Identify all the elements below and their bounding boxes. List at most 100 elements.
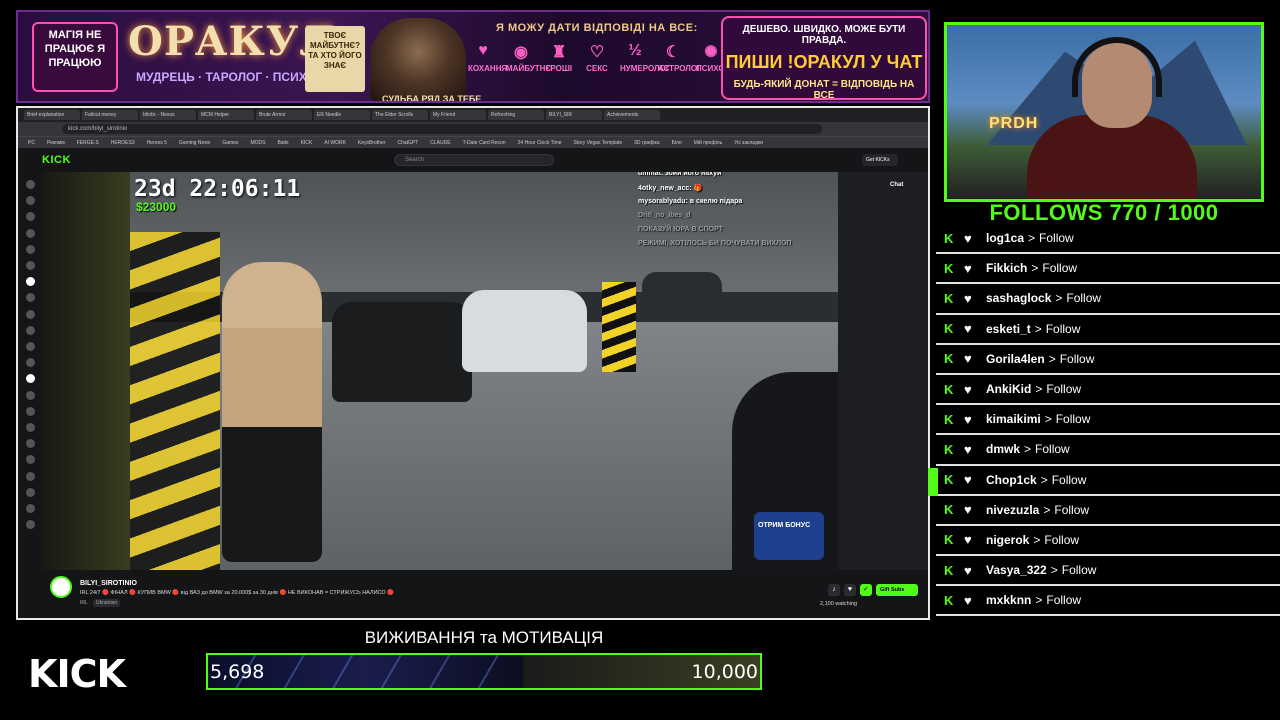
sidebar-channel-icon[interactable] (26, 309, 35, 319)
sidebar-channel-icon[interactable] (26, 342, 35, 351)
bookmark-item[interactable]: Усі закладки (734, 140, 763, 146)
sidebar-channel-icon[interactable] (26, 504, 35, 513)
crystal-ball-icon: ◉ (514, 44, 528, 61)
browser-tab[interactable]: Brief explanation (24, 110, 80, 120)
bookmark-item[interactable]: Рекомм (47, 140, 65, 146)
sidebar-channel-icon[interactable] (26, 390, 35, 400)
search-input[interactable]: Search (394, 154, 554, 166)
bookmark-item[interactable]: 3D графіка (634, 140, 659, 146)
sidebar-channel-icon[interactable] (26, 487, 35, 497)
browser-tab[interactable]: MCM Helper (198, 110, 254, 120)
bookmark-item[interactable]: Мій профіль (694, 140, 722, 146)
follow-action: Follow (1042, 261, 1078, 276)
sidebar-channel-icon[interactable] (26, 212, 35, 222)
bookmark-item[interactable]: KeysBrother (358, 140, 386, 146)
channel-name[interactable]: BILYI_SIROTINIO (80, 580, 137, 587)
bookmark-item[interactable]: HEROES3 (111, 140, 135, 146)
webcam-feed: PRDH (944, 22, 1264, 202)
kick-icon: K (944, 502, 954, 518)
follows-goal-title: FOLLOWS 770 / 1000 (989, 200, 1219, 225)
sidebar-channel-icon[interactable] (26, 520, 35, 530)
avatar[interactable] (50, 576, 72, 598)
kick-logo[interactable]: KICK (42, 154, 71, 166)
browser-address-bar: kick.com/bilyi_sirotinio (18, 122, 928, 136)
bookmark-item[interactable]: Story Vegas Template (574, 140, 623, 146)
sidebar-channel-icon[interactable] (26, 423, 35, 432)
follow-row: K ♥ Chop1ck > Follow (928, 466, 1280, 496)
chat-message: РЕЖИМІ, ХОТІЛОСЬ БИ ПОЧУВАТИ ВИХЛОП (638, 240, 792, 247)
bookmark-item[interactable]: CLAUDE (430, 140, 450, 146)
bookmark-item[interactable]: KICK (301, 140, 313, 146)
kick-icon: K (944, 472, 954, 488)
sidebar-channel-icon[interactable] (26, 293, 35, 303)
sidebar-channel-icon[interactable] (26, 277, 35, 287)
bookmark-item[interactable]: MODS (250, 140, 265, 146)
bookmark-item[interactable]: AI WORK (324, 140, 346, 146)
bookmark-item[interactable]: Games (222, 140, 238, 146)
bookmark-item[interactable]: Heroes 5 (147, 140, 167, 146)
sidebar-channel-icon[interactable] (26, 471, 35, 481)
video-car-far (642, 272, 722, 320)
sidebar-channel-icon[interactable] (26, 180, 35, 189)
follower-name: nivezuzla (986, 502, 1040, 517)
follow-row: K ♥ log1ca > Follow (936, 224, 1280, 255)
kick-logo-large: KICK (28, 652, 126, 696)
browser-tab[interactable]: Achievements (604, 110, 660, 120)
heart-icon: ♥ (964, 532, 972, 548)
sidebar-channel-icon[interactable] (26, 358, 35, 368)
sidebar-channel-icon[interactable] (26, 406, 35, 416)
gift-subs-button[interactable]: Gift Subs (876, 584, 918, 596)
sidebar-channel-icon[interactable] (26, 228, 35, 238)
bookmark-item[interactable]: PC (28, 140, 35, 146)
heart-icon: ♥ (964, 381, 972, 397)
follow-row: K ♥ AnkiKid > Follow (936, 375, 1280, 406)
sidebar-channel-icon[interactable] (26, 374, 35, 384)
banner-category-label: СЕКС (586, 64, 608, 73)
bookmark-item[interactable]: Gaming News (179, 140, 210, 146)
wizard-sign: СУДЬБА РЯД ЗА ТЕБЕ (382, 94, 482, 103)
category-tag[interactable]: IRL (80, 600, 88, 606)
follow-row: K ♥ kimaikimi > Follow (936, 405, 1280, 436)
bonus-badge: ОТРИМ БОНУС (754, 512, 824, 560)
kick-icon: K (944, 381, 954, 397)
numbers-icon: ½ (628, 42, 642, 59)
browser-tab[interactable]: ER Needle (314, 110, 370, 120)
kick-icon: K (944, 562, 954, 578)
wizard-image (370, 18, 466, 101)
bookmark-item[interactable]: Baits (277, 140, 288, 146)
browser-tab[interactable]: My Friend (430, 110, 486, 120)
follower-name: esketi_t (986, 321, 1031, 336)
sidebar-channel-icon[interactable] (26, 244, 35, 254)
browser-tab[interactable]: The Elder Scrolls (372, 110, 428, 120)
heart-icon[interactable]: ♥ (844, 584, 856, 596)
bookmark-item[interactable]: 24 Hour Clock Time (518, 140, 562, 146)
chat-message: dmmat: зойи його нахуи (638, 172, 722, 177)
browser-tab[interactable]: Brute Armor (256, 110, 312, 120)
follow-row: K ♥ nigerok > Follow (936, 526, 1280, 557)
video-player[interactable]: 23d 22:06:11 $23000 dmmat: зойи його нах… (42, 172, 838, 570)
browser-tab[interactable]: Fallout money (82, 110, 138, 120)
arrow-separator: > (1050, 563, 1058, 578)
browser-tab[interactable]: Refreshing (488, 110, 544, 120)
sidebar-channel-icon[interactable] (26, 455, 35, 465)
follow-icon[interactable]: ✓ (860, 584, 872, 596)
chat-label[interactable]: Chat (890, 182, 903, 188)
url-field[interactable]: kick.com/bilyi_sirotinio (62, 124, 822, 134)
language-tag[interactable]: Ukrainian (93, 599, 121, 607)
bookmark-item[interactable]: FERGE.S (77, 140, 99, 146)
kick-icon: K (944, 592, 954, 608)
sidebar-channel-icon[interactable] (26, 261, 35, 270)
bell-icon[interactable]: ♪ (828, 584, 840, 596)
bookmark-item[interactable]: Біло (672, 140, 682, 146)
browser-tab[interactable]: BILYI_SIR (546, 110, 602, 120)
get-kicks-button[interactable]: Get KICKs (862, 154, 898, 166)
banner-categories: ♥ КОХАННЯ ◉ МАЙБУТНЄ ♜ ГРОШІ ♡ СЕКС ½ НУМЕРОЛОГ ☾ А… (468, 42, 741, 73)
heart-icon: ♥ (964, 260, 972, 276)
bookmark-item[interactable]: T-Date Card Recon (463, 140, 506, 146)
banner-category: ♥ КОХАННЯ (468, 42, 507, 73)
bookmark-item[interactable]: ChatGPT (397, 140, 418, 146)
sidebar-channel-icon[interactable] (26, 325, 35, 335)
sidebar-channel-icon[interactable] (26, 196, 35, 206)
sidebar-channel-icon[interactable] (26, 439, 35, 449)
browser-tab[interactable]: Idiotic - Nexus (140, 110, 196, 120)
